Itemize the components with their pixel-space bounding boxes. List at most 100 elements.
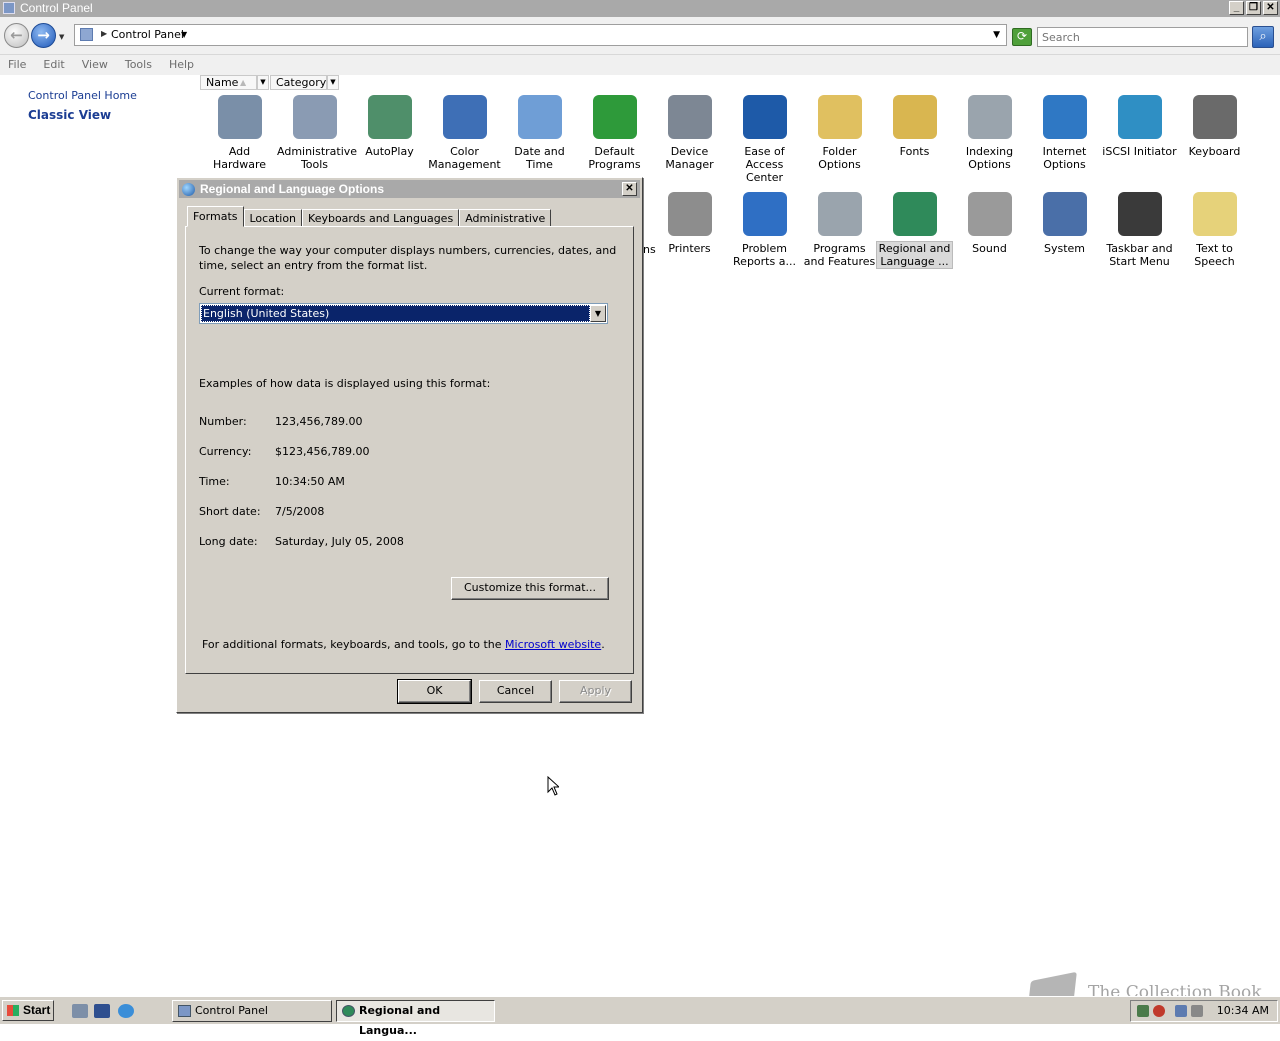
security-shield-icon[interactable] [1137,1005,1149,1017]
cp-item-date-time[interactable]: Date and Time [502,95,577,171]
cp-item-fonts[interactable]: Fonts [877,95,952,158]
text-to-speech-icon [1192,192,1237,236]
control-panel-icon [178,1005,191,1017]
server-manager-icon[interactable] [72,1004,88,1018]
recent-pages-dropdown[interactable]: ▼ [59,33,64,41]
cp-item-default-programs[interactable]: Default Programs [577,95,652,171]
breadcrumb-control-panel[interactable]: Control Panel [111,28,184,41]
cp-item-internet-options[interactable]: Internet Options [1027,95,1102,171]
cp-item-programs-features[interactable]: Programs and Features [802,192,877,268]
tab-location[interactable]: Location [243,209,303,227]
breadcrumb-dropdown[interactable]: ▼ [181,30,187,39]
breadcrumb-separator[interactable]: ▶ [101,29,107,38]
current-format-select[interactable]: English (United States) ▼ [199,303,608,324]
system-icon [1042,192,1087,236]
task-pane: Control Panel Home Classic View [0,75,200,995]
restore-button[interactable]: ❐ [1246,1,1261,15]
cp-item-label: Taskbar and Start Menu [1106,242,1173,268]
menu-tools[interactable]: Tools [125,55,159,75]
warning-icon[interactable] [1153,1005,1165,1017]
minimize-button[interactable]: _ [1229,1,1244,15]
menu-help[interactable]: Help [169,55,201,75]
close-button[interactable]: ✕ [1263,1,1278,15]
keyboard-icon [1192,95,1237,139]
example-value-time: 10:34:50 AM [275,475,345,488]
cp-item-label: Keyboard [1188,145,1241,158]
ok-button[interactable]: OK [397,679,472,704]
taskbar-item-regional-language[interactable]: Regional and Langua... [336,1000,495,1037]
forward-button[interactable]: → [31,23,56,48]
category-filter-dropdown[interactable]: ▼ [327,75,339,90]
network-icon[interactable] [1175,1005,1187,1017]
tab-administrative[interactable]: Administrative [459,209,552,227]
current-format-label: Current format: [199,285,285,298]
footer-text: For additional formats, keyboards, and t… [202,638,502,651]
microsoft-website-link[interactable]: Microsoft website [505,638,601,651]
menu-file[interactable]: File [8,55,33,75]
color-management-icon [442,95,487,139]
cp-item-taskbar-start-menu[interactable]: Taskbar and Start Menu [1102,192,1177,268]
cp-item-ease-of-access[interactable]: Ease of Access Center [727,95,802,184]
taskbar-item-label: Regional and Langua... [359,1004,441,1037]
cp-item-add-hardware[interactable]: Add Hardware [202,95,277,171]
address-dropdown[interactable]: ▼ [993,30,1000,40]
cp-item-label: Regional and Language ... [876,241,953,269]
cp-item-printers[interactable]: Printers [652,192,727,255]
example-value-currency: $123,456,789.00 [275,445,370,458]
start-button[interactable]: Start [2,1000,54,1021]
chevron-down-icon[interactable]: ▼ [590,305,606,322]
search-input[interactable] [1037,27,1248,47]
address-field[interactable]: ▶ Control Panel ▼ ▼ [74,24,1007,46]
cp-item-label: Problem Reports a... [733,242,796,268]
cp-item-folder-options[interactable]: Folder Options [802,95,877,171]
show-desktop-icon[interactable] [94,1004,110,1018]
cp-item-label: Programs and Features [803,242,876,268]
cp-item-autoplay[interactable]: AutoPlay [352,95,427,158]
cp-item-device-manager[interactable]: Device Manager [652,95,727,171]
dialog-close-button[interactable]: ✕ [622,182,637,196]
column-header-category[interactable]: Category [270,75,327,90]
cp-item-label: Add Hardware [212,145,267,171]
cp-item-iscsi-initiator[interactable]: iSCSI Initiator [1102,95,1177,158]
cp-item-label: Fonts [899,145,930,158]
menu-view[interactable]: View [82,55,115,75]
address-toolbar: ← → ▼ ▶ Control Panel ▼ ▼ ⟳ ⌕ [0,17,1280,55]
tab-keyboards-languages[interactable]: Keyboards and Languages [302,209,460,227]
tab-formats[interactable]: Formats [187,206,244,227]
cp-item-label: Administrative Tools [277,145,358,171]
menu-edit[interactable]: Edit [43,55,71,75]
volume-muted-icon[interactable] [1191,1005,1203,1017]
footer-period: . [601,638,605,651]
classic-view-link[interactable]: Classic View [28,108,111,122]
dialog-tabs: Formats Location Keyboards and Languages… [187,206,552,227]
cp-item-color-management[interactable]: Color Management [427,95,502,171]
customize-format-button[interactable]: Customize this format... [451,577,609,600]
cp-item-problem-reports[interactable]: Problem Reports a... [727,192,802,268]
cp-item-label: Ease of Access Center [744,145,785,184]
taskbar-start-menu-icon [1117,192,1162,236]
name-filter-dropdown[interactable]: ▼ [257,75,269,90]
refresh-button[interactable]: ⟳ [1012,28,1032,46]
apply-button[interactable]: Apply [559,680,632,703]
column-header-name[interactable]: Name [200,75,257,90]
cp-item-regional-language[interactable]: Regional and Language ... [876,192,953,269]
example-label-currency: Currency: [199,445,252,458]
cancel-button[interactable]: Cancel [479,680,552,703]
cp-item-system[interactable]: System [1027,192,1102,255]
cp-item-indexing-options[interactable]: Indexing Options [952,95,1027,171]
autoplay-icon [367,95,412,139]
control-panel-home-link[interactable]: Control Panel Home [28,89,137,102]
search-button[interactable]: ⌕ [1252,26,1274,48]
regional-language-icon [892,192,937,236]
example-label-short-date: Short date: [199,505,261,518]
cp-item-label: Color Management [428,145,501,171]
cp-item-sound[interactable]: Sound [952,192,1027,255]
cp-item-administrative-tools[interactable]: Administrative Tools [277,95,358,171]
cp-item-keyboard[interactable]: Keyboard [1177,95,1252,158]
taskbar-item-control-panel[interactable]: Control Panel [172,1000,332,1022]
internet-options-icon [1042,95,1087,139]
back-button[interactable]: ← [4,23,29,48]
cp-item-text-to-speech[interactable]: Text to Speech [1177,192,1252,268]
internet-explorer-icon[interactable] [118,1004,134,1018]
clock[interactable]: 10:34 AM [1217,1001,1269,1021]
